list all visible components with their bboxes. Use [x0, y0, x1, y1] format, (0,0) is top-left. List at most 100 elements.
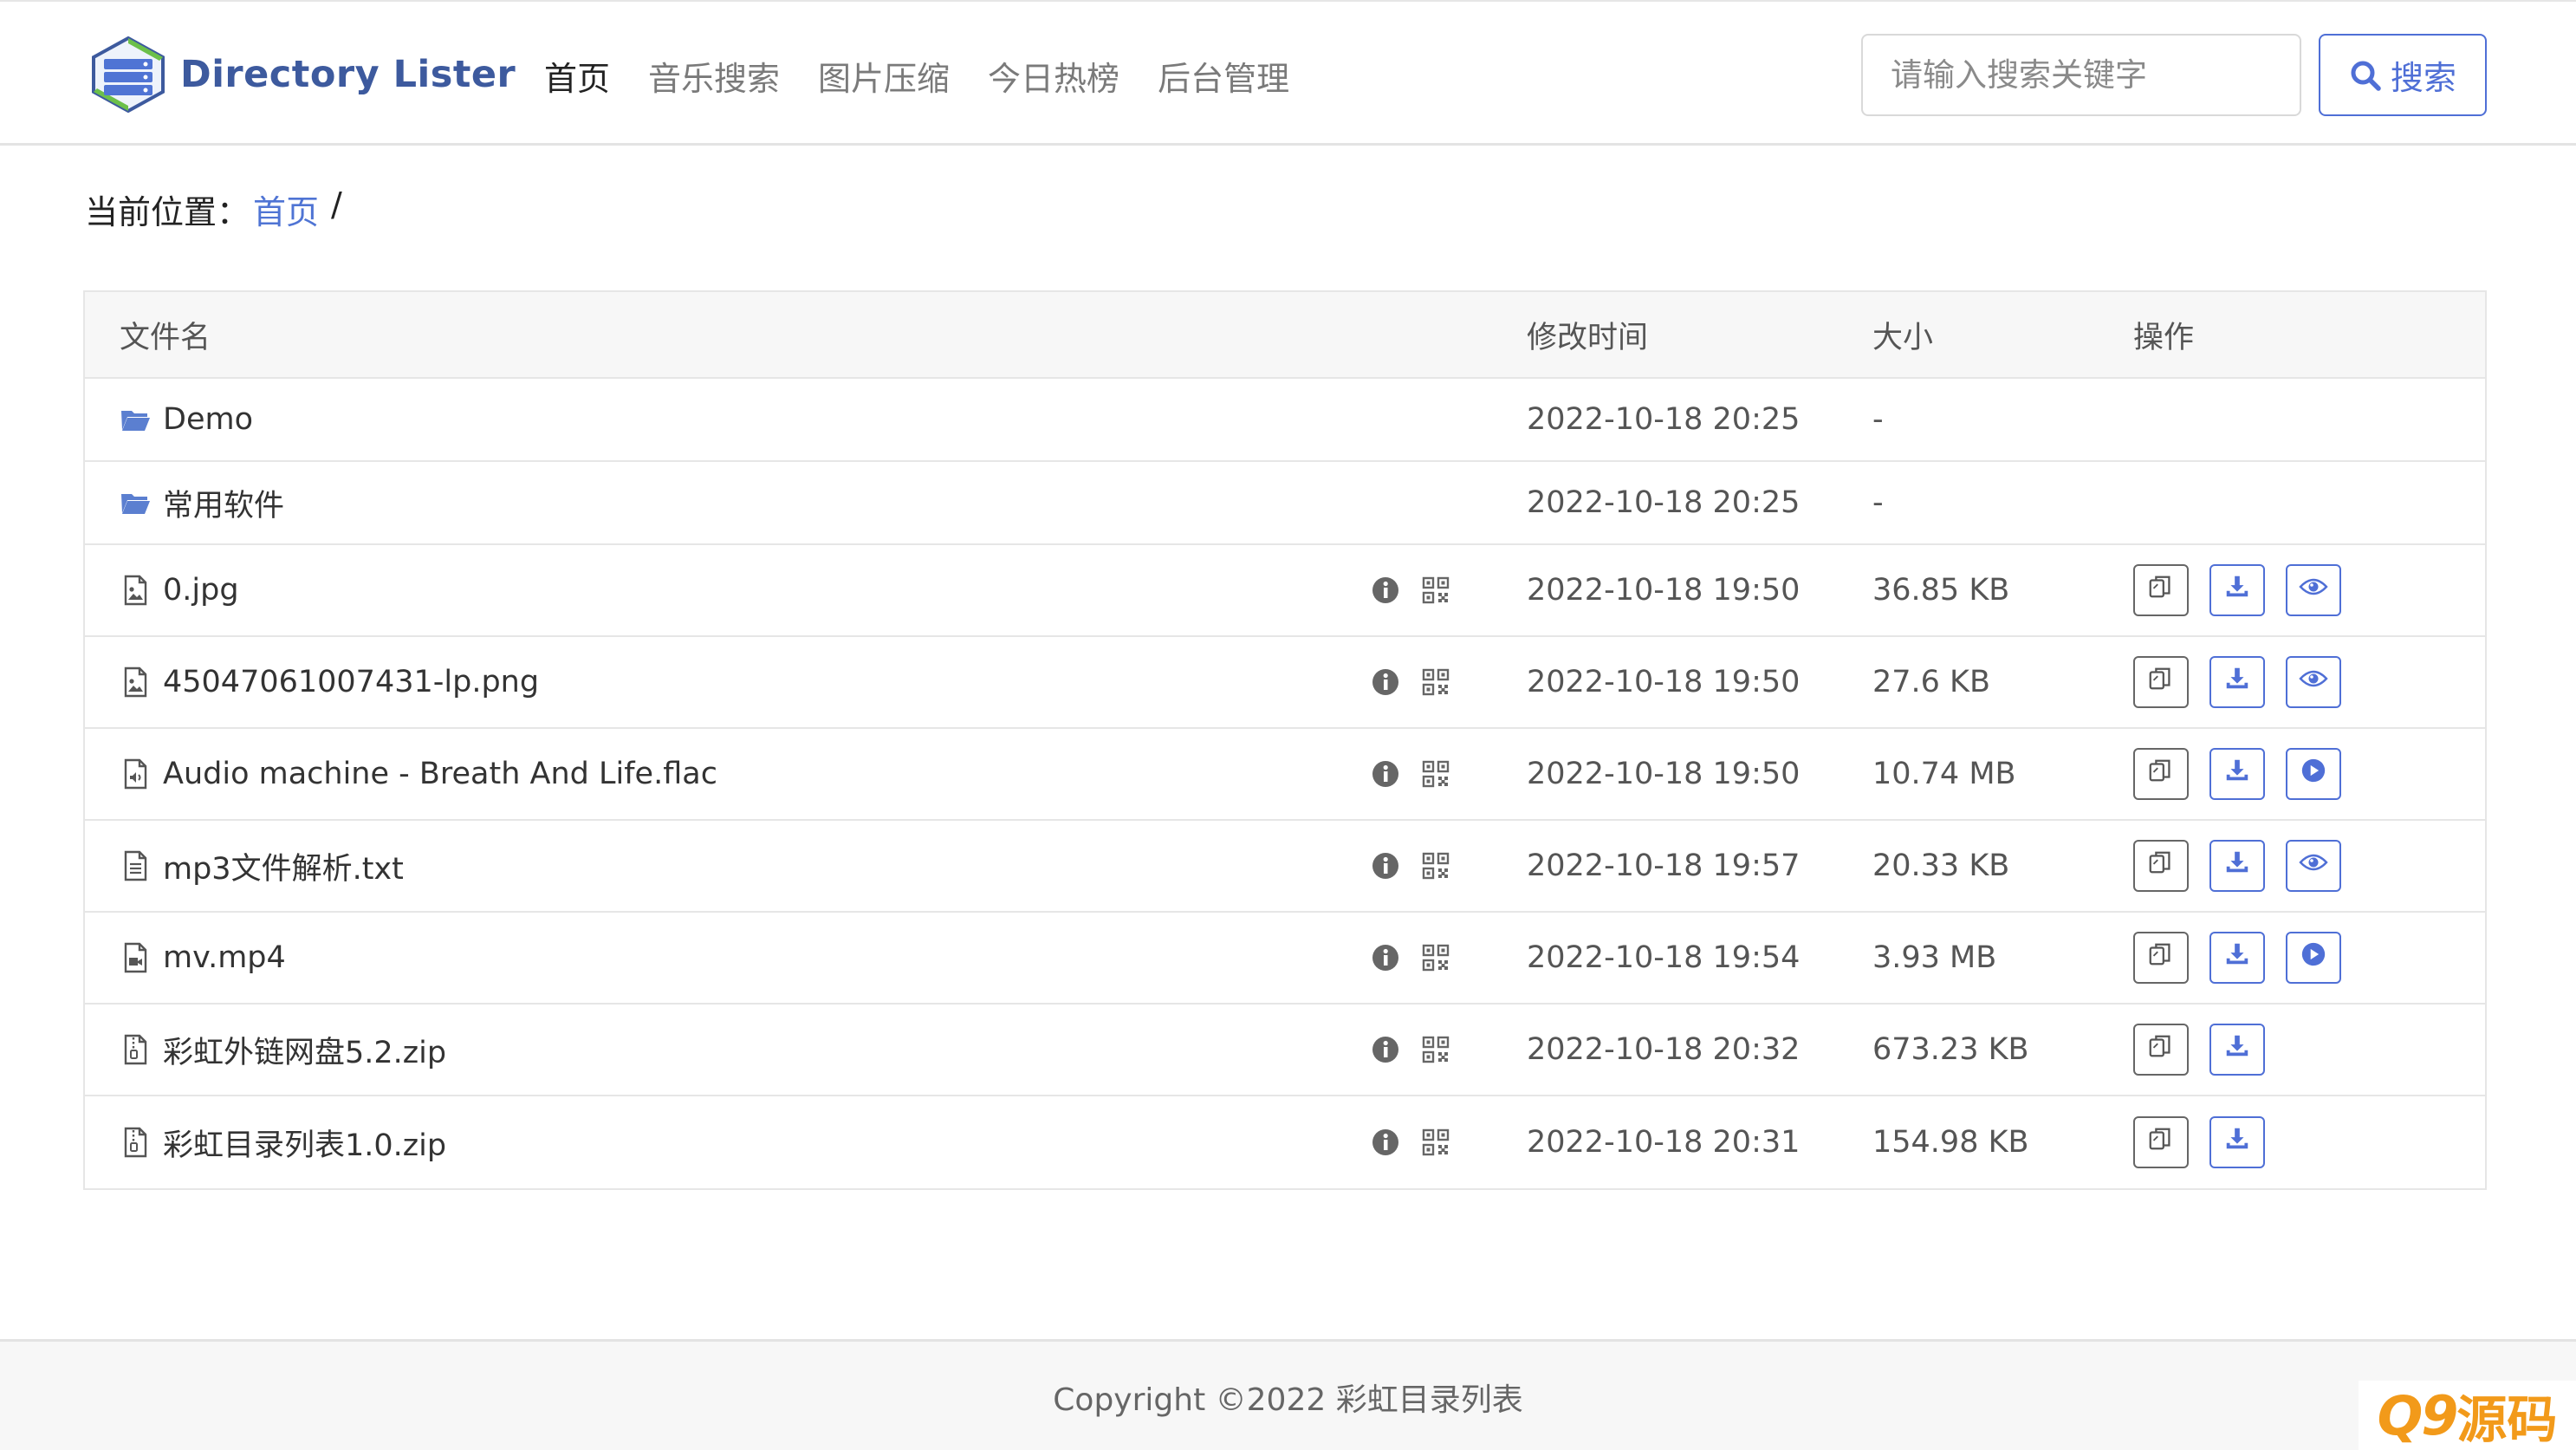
folder-link[interactable]: Demo: [163, 402, 253, 437]
meta-cell: [1371, 913, 1471, 1003]
copy-icon: [2147, 1032, 2175, 1068]
copy-link-button[interactable]: [2133, 748, 2189, 800]
info-icon[interactable]: [1371, 851, 1400, 881]
copy-link-button[interactable]: [2133, 1024, 2189, 1076]
info-icon[interactable]: [1371, 575, 1400, 605]
modified-time: 2022-10-18 20:25: [1527, 485, 1801, 520]
play-button[interactable]: [2286, 932, 2341, 984]
file-row[interactable]: 45047061007431-lp.png 2022-10-18 19:50 27.…: [85, 637, 2485, 729]
modified-time: 2022-10-18 19:50: [1527, 665, 1801, 699]
modified-time: 2022-10-18 19:50: [1527, 757, 1801, 791]
header-name[interactable]: 文件名: [120, 292, 211, 377]
play-button[interactable]: [2286, 748, 2341, 800]
name-cell: Audio machine - Breath And Life.flac: [120, 729, 717, 819]
download-button[interactable]: [2209, 1024, 2265, 1076]
file-link[interactable]: mv.mp4: [163, 940, 286, 975]
folder-row[interactable]: Demo 2022-10-18 20:25 -: [85, 379, 2485, 462]
copy-icon: [2147, 665, 2175, 700]
qrcode-icon[interactable]: [1421, 667, 1450, 697]
file-link[interactable]: mp3文件解析.txt: [163, 844, 404, 888]
download-icon: [2223, 1032, 2251, 1068]
nav-hot-list[interactable]: 今日热榜: [988, 52, 1119, 100]
info-icon[interactable]: [1371, 759, 1400, 789]
preview-button[interactable]: [2286, 656, 2341, 708]
actions-cell: [2133, 729, 2362, 819]
actions-cell: [2133, 1005, 2286, 1095]
download-button[interactable]: [2209, 840, 2265, 892]
qrcode-icon[interactable]: [1421, 759, 1450, 789]
file-link[interactable]: Audio machine - Breath And Life.flac: [163, 757, 717, 791]
modified-time: 2022-10-18 20:32: [1527, 1032, 1801, 1067]
qrcode-icon[interactable]: [1421, 1035, 1450, 1064]
download-button[interactable]: [2209, 932, 2265, 984]
file-link[interactable]: 0.jpg: [163, 573, 239, 608]
file-size: 10.74 MB: [1872, 757, 2016, 791]
name-cell: mv.mp4: [120, 913, 286, 1003]
file-link[interactable]: 彩虹目录列表1.0.zip: [163, 1121, 446, 1165]
file-row[interactable]: 彩虹外链网盘5.2.zip 2022-10-18 20:32 673.23 KB: [85, 1005, 2485, 1096]
actions-cell: [2133, 913, 2362, 1003]
search-button[interactable]: 搜索: [2319, 34, 2487, 116]
copy-link-button[interactable]: [2133, 932, 2189, 984]
download-button[interactable]: [2209, 1116, 2265, 1168]
folder-row[interactable]: 常用软件 2022-10-18 20:25 -: [85, 462, 2485, 545]
info-icon[interactable]: [1371, 943, 1400, 972]
name-cell: mp3文件解析.txt: [120, 821, 404, 911]
info-icon[interactable]: [1371, 1035, 1400, 1064]
file-row[interactable]: 0.jpg 2022-10-18 19:50 36.85 KB: [85, 545, 2485, 637]
copy-link-button[interactable]: [2133, 656, 2189, 708]
header-size[interactable]: 大小: [1872, 292, 1933, 377]
search-button-label: 搜索: [2390, 59, 2456, 97]
copy-link-button[interactable]: [2133, 840, 2189, 892]
nav-music-search[interactable]: 音乐搜索: [648, 52, 780, 100]
copy-link-button[interactable]: [2133, 564, 2189, 616]
search-icon: [2351, 61, 2381, 91]
file-row[interactable]: mv.mp4 2022-10-18 19:54 3.93 MB: [85, 913, 2485, 1005]
modified-time: 2022-10-18 20:25: [1527, 402, 1801, 437]
download-button[interactable]: [2209, 748, 2265, 800]
copy-link-button[interactable]: [2133, 1116, 2189, 1168]
name-cell: 彩虹目录列表1.0.zip: [120, 1096, 446, 1188]
qrcode-icon[interactable]: [1421, 575, 1450, 605]
file-link[interactable]: 彩虹外链网盘5.2.zip: [163, 1028, 446, 1072]
file-row[interactable]: Audio machine - Breath And Life.flac 2022…: [85, 729, 2485, 821]
modified-time: 2022-10-18 19:54: [1527, 940, 1801, 975]
breadcrumb: 当前位置： 首页 /: [85, 185, 342, 233]
name-cell: 45047061007431-lp.png: [120, 637, 539, 727]
file-size: -: [1872, 485, 1884, 520]
header-modified-time[interactable]: 修改时间: [1527, 292, 1648, 377]
nav-home[interactable]: 首页: [544, 52, 610, 100]
info-icon[interactable]: [1371, 1128, 1400, 1157]
brand-name: Directory Lister: [180, 53, 516, 96]
breadcrumb-home-link[interactable]: 首页: [253, 185, 319, 233]
download-icon: [2223, 849, 2251, 884]
qrcode-icon[interactable]: [1421, 1128, 1450, 1157]
folder-link[interactable]: 常用软件: [163, 481, 284, 525]
nav-admin[interactable]: 后台管理: [1158, 52, 1289, 100]
audio-file-icon: [120, 758, 151, 790]
watermark-part1: Q9: [2377, 1383, 2459, 1447]
qrcode-icon[interactable]: [1421, 943, 1450, 972]
preview-button[interactable]: [2286, 564, 2341, 616]
file-row[interactable]: mp3文件解析.txt 2022-10-18 19:57 20.33 KB: [85, 821, 2485, 913]
actions-cell: [2133, 637, 2362, 727]
navbar: Directory Lister 首页 音乐搜索 图片压缩 今日热榜 后台管理 …: [0, 2, 2576, 146]
download-button[interactable]: [2209, 564, 2265, 616]
download-icon: [2223, 665, 2251, 700]
footer: Copyright ©2022 彩虹目录列表: [0, 1339, 2576, 1450]
copy-icon: [2147, 940, 2175, 976]
search-input[interactable]: [1861, 34, 2301, 116]
download-button[interactable]: [2209, 656, 2265, 708]
file-link[interactable]: 45047061007431-lp.png: [163, 665, 539, 699]
copyright-text: Copyright ©2022 彩虹目录列表: [1053, 1382, 1523, 1418]
meta-cell: [1371, 821, 1471, 911]
file-row[interactable]: 彩虹目录列表1.0.zip 2022-10-18 20:31 154.98 KB: [85, 1096, 2485, 1188]
file-size: 27.6 KB: [1872, 665, 1991, 699]
info-icon[interactable]: [1371, 667, 1400, 697]
preview-button[interactable]: [2286, 840, 2341, 892]
brand[interactable]: Directory Lister: [87, 35, 516, 114]
file-size: 36.85 KB: [1872, 573, 2010, 608]
name-cell: 常用软件: [120, 462, 284, 543]
nav-image-compress[interactable]: 图片压缩: [818, 52, 950, 100]
qrcode-icon[interactable]: [1421, 851, 1450, 881]
